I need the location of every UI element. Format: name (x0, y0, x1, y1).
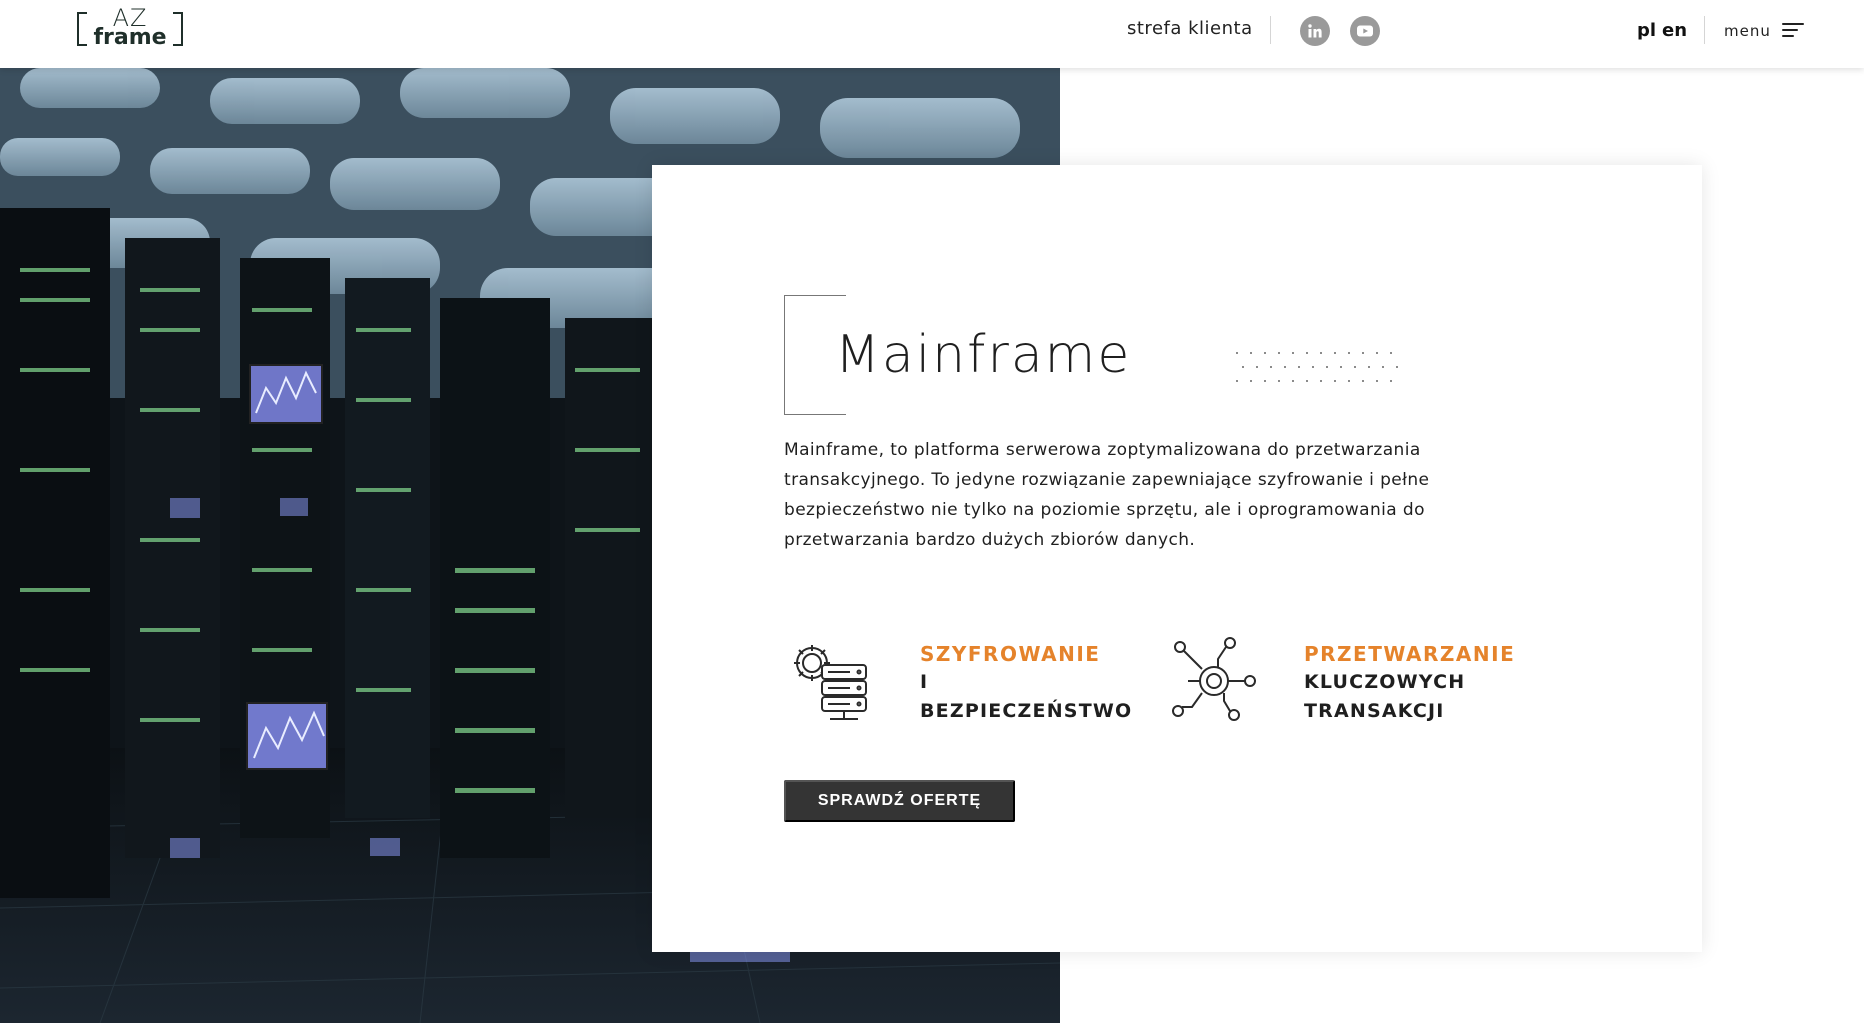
feature-title: PRZETWARZANIE (1304, 642, 1516, 666)
network-processing-icon (1172, 637, 1256, 721)
lang-en-link[interactable]: en (1662, 20, 1687, 41)
logo-frame-text: frame (93, 25, 167, 50)
lang-pl-link[interactable]: pl (1637, 20, 1656, 41)
linkedin-icon[interactable] (1300, 16, 1330, 46)
logo-bracket-right (173, 12, 183, 46)
server-gear-icon (794, 645, 867, 720)
header-divider (1704, 16, 1705, 44)
intro-card: Mainframe Mainframe, to platforma serwer… (652, 165, 1702, 952)
logo[interactable]: AZ frame (77, 4, 183, 50)
feature-subtitle: I (920, 671, 929, 693)
page-title: Mainframe (835, 325, 1132, 385)
site-header: AZ frame strefa klienta pl en menu (0, 0, 1864, 68)
decorative-dots (1236, 350, 1406, 394)
feature-title: SZYFROWANIE (920, 642, 1101, 666)
intro-description: Mainframe, to platforma serwerowa zoptym… (784, 440, 1430, 550)
check-offer-button[interactable]: SPRAWDŹ OFERTĘ (784, 780, 1015, 822)
client-zone-link[interactable]: strefa klienta (1127, 18, 1253, 39)
header-divider (1270, 16, 1271, 44)
menu-label[interactable]: menu (1724, 22, 1771, 40)
feature-subtitle: KLUCZOWYCH (1304, 671, 1466, 693)
feature-subtitle: BEZPIECZEŃSTWO (920, 700, 1133, 722)
youtube-icon[interactable] (1350, 16, 1380, 46)
feature-subtitle: TRANSAKCJI (1304, 700, 1445, 722)
hamburger-menu-icon[interactable] (1782, 21, 1804, 39)
